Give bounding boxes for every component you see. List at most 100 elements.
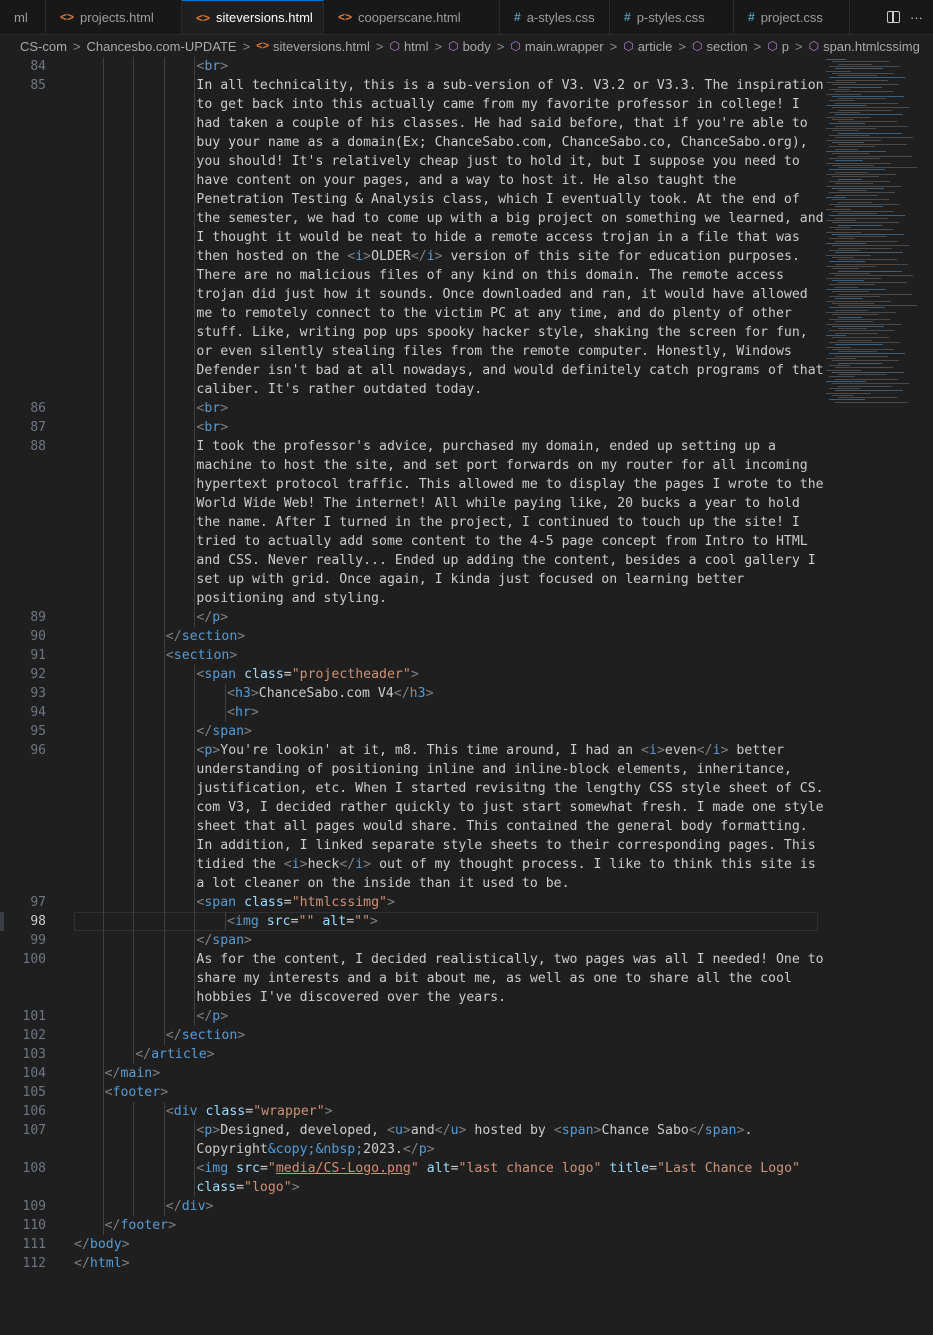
code-line[interactable]: I thought it would be neat to hide a rem… bbox=[196, 228, 799, 247]
code-line[interactable]: caliber. It's rather outdated today. bbox=[196, 380, 482, 399]
breadcrumb-item[interactable]: ⬡ p > bbox=[767, 39, 808, 54]
code-line[interactable]: had taken a couple of his classes. He ha… bbox=[196, 114, 807, 133]
minimap-line bbox=[838, 224, 882, 226]
minimap-line bbox=[829, 77, 905, 79]
tab-p-styles-css[interactable]: # p-styles.css bbox=[610, 0, 734, 34]
code-line[interactable]: </body> bbox=[74, 1235, 130, 1254]
code-token: version of this site for education purpo… bbox=[442, 249, 800, 264]
minimap-line bbox=[826, 312, 896, 313]
code-line[interactable]: World Wide Web! The internet! All while … bbox=[196, 494, 799, 513]
code-line[interactable]: a lot cleaner on the inside than it used… bbox=[196, 874, 569, 893]
code-line[interactable]: As for the content, I decided realistica… bbox=[196, 950, 823, 969]
code-line[interactable]: then hosted on the <i>OLDER</i> version … bbox=[196, 247, 800, 266]
code-line[interactable]: <span class="projectheader"> bbox=[196, 665, 418, 684]
code-line[interactable]: positioning and styling. bbox=[196, 589, 387, 608]
minimap-line bbox=[829, 261, 865, 263]
code-line[interactable]: the name. After I turned in the project,… bbox=[196, 513, 799, 532]
code-line[interactable]: <img src="" alt=""> bbox=[227, 912, 378, 931]
code-line[interactable]: the semester, we had to come up with a b… bbox=[196, 209, 823, 228]
code-line[interactable]: Copyright&copy;&nbsp;2023.</p> bbox=[196, 1140, 434, 1159]
code-line[interactable]: <section> bbox=[166, 646, 237, 665]
breadcrumb-item[interactable]: ⬡ html > bbox=[389, 39, 448, 54]
code-line[interactable]: In all technicality, this is a sub-versi… bbox=[196, 76, 823, 95]
breadcrumb-item[interactable]: CS-com > bbox=[20, 39, 87, 54]
code-line[interactable]: <br> bbox=[196, 399, 228, 418]
code-line[interactable]: <span class="htmlcssimg"> bbox=[196, 893, 395, 912]
breadcrumb-item[interactable]: ⬡ article > bbox=[623, 39, 692, 54]
code-line[interactable]: </p> bbox=[196, 608, 228, 627]
code-line[interactable]: <img src="media/CS-Logo.png" alt="last c… bbox=[196, 1159, 800, 1178]
tab-ml[interactable]: ml bbox=[0, 0, 46, 34]
tab-projects-html[interactable]: <> projects.html bbox=[46, 0, 182, 34]
code-line[interactable]: <p>Designed, developed, <u>and</u> hoste… bbox=[196, 1121, 752, 1140]
indent-guide bbox=[133, 513, 135, 532]
code-line[interactable]: </section> bbox=[166, 627, 245, 646]
breadcrumb-item[interactable]: ⬡ body > bbox=[448, 39, 510, 54]
code-line[interactable]: sheet that all pages would share. This c… bbox=[196, 817, 807, 836]
indent-guide bbox=[102, 969, 104, 988]
breadcrumb-item[interactable]: ⬡ span.htmlcssimg bbox=[809, 39, 920, 54]
code-line[interactable]: com V3, I decided rather quickly to just… bbox=[196, 798, 823, 817]
indent-guide bbox=[194, 855, 196, 874]
code-line[interactable]: <br> bbox=[196, 57, 228, 76]
indent-guide bbox=[163, 532, 165, 551]
code-line[interactable]: </span> bbox=[196, 931, 252, 950]
indent-guide bbox=[133, 893, 135, 912]
code-line[interactable]: </article> bbox=[135, 1045, 214, 1064]
breadcrumb-item[interactable]: ⬡ section > bbox=[692, 39, 767, 54]
split-editor-icon[interactable] bbox=[887, 11, 900, 23]
code-line[interactable]: </main> bbox=[105, 1064, 161, 1083]
code-line[interactable]: </p> bbox=[196, 1007, 228, 1026]
code-line[interactable]: In addition, I linked separate style she… bbox=[196, 836, 815, 855]
code-line[interactable]: buy your name as a domain(Ex; ChanceSabo… bbox=[196, 133, 807, 152]
code-line[interactable]: <p>You're lookin' at it, m8. This time a… bbox=[196, 741, 784, 760]
breadcrumb-item[interactable]: <> siteversions.html > bbox=[256, 39, 389, 54]
code-line[interactable]: justification, etc. When I started revis… bbox=[196, 779, 823, 798]
code-line[interactable]: Defender isn't bad at all nowadays, and … bbox=[196, 361, 823, 380]
code-line[interactable]: </div> bbox=[166, 1197, 214, 1216]
code-line[interactable]: share my interests and a bit about me, a… bbox=[196, 969, 791, 988]
tab-project-css[interactable]: # project.css bbox=[734, 0, 850, 34]
code-line[interactable]: set up with grid. Once again, I kinda ju… bbox=[196, 570, 744, 589]
code-line[interactable]: <h3>ChanceSabo.com V4</h3> bbox=[227, 684, 434, 703]
code-line[interactable]: </html> bbox=[74, 1254, 130, 1273]
code-line[interactable]: </span> bbox=[196, 722, 252, 741]
minimap-line bbox=[838, 259, 897, 261]
code-line[interactable]: and CSS. Never really... Ended up adding… bbox=[196, 551, 815, 570]
code-line[interactable]: or even silently stealing files from the… bbox=[196, 342, 791, 361]
code-line[interactable]: you should! It's relatively cheap just t… bbox=[196, 152, 799, 171]
minimap-line bbox=[835, 367, 893, 369]
code-line[interactable]: Penetration Testing & Analysis class, wh… bbox=[196, 190, 799, 209]
code-line[interactable]: trojan did just how it sounds. Once down… bbox=[196, 285, 807, 304]
line-number bbox=[6, 152, 46, 171]
code-line[interactable]: </section> bbox=[166, 1026, 245, 1045]
code-line[interactable]: have content on your pages, and a way to… bbox=[196, 171, 736, 190]
breadcrumb-item[interactable]: ⬡ main.wrapper > bbox=[510, 39, 623, 54]
minimap[interactable] bbox=[826, 57, 920, 417]
breadcrumb-item[interactable]: Chancesbo.com-UPDATE > bbox=[87, 39, 257, 54]
code-line[interactable]: </footer> bbox=[105, 1216, 176, 1235]
code-line[interactable]: to get back into this actually came from… bbox=[196, 95, 799, 114]
code-line[interactable]: understanding of positioning inline and … bbox=[196, 760, 791, 779]
code-line[interactable]: hobbies I've discovered over the years. bbox=[196, 988, 506, 1007]
code-line[interactable]: <div class="wrapper"> bbox=[166, 1102, 333, 1121]
code-line[interactable]: hypertext protocol traffic. This allowed… bbox=[196, 475, 823, 494]
indent-guide bbox=[194, 304, 196, 323]
code-line[interactable]: stuff. Like, writing pop ups spooky hack… bbox=[196, 323, 807, 342]
more-actions-icon[interactable]: ··· bbox=[910, 10, 923, 25]
code-editor[interactable]: 84 85 86 87 88 89 90 91 92 93 94 95 96 97 98 99 100 101 10… bbox=[0, 57, 933, 1335]
code-line[interactable]: tried to actually add some content to th… bbox=[196, 532, 807, 551]
tab-siteversions-html[interactable]: <> siteversions.html bbox=[182, 0, 324, 34]
code-line[interactable]: <br> bbox=[196, 418, 228, 437]
code-line[interactable]: class="logo"> bbox=[196, 1178, 299, 1197]
code-line[interactable]: me to remotely connect to the victim PC … bbox=[196, 304, 791, 323]
tab-cooperscane-html[interactable]: <> cooperscane.html bbox=[324, 0, 500, 34]
code-line[interactable]: <footer> bbox=[105, 1083, 169, 1102]
tab-a-styles-css[interactable]: # a-styles.css bbox=[500, 0, 610, 34]
code-line[interactable]: machine to host the site, and set port f… bbox=[196, 456, 807, 475]
code-line[interactable]: There are no malicious files of any kind… bbox=[196, 266, 784, 285]
code-line[interactable]: I took the professor's advice, purchased… bbox=[196, 437, 776, 456]
code-line[interactable]: <hr> bbox=[227, 703, 259, 722]
line-number: 107 bbox=[22, 1123, 46, 1138]
code-line[interactable]: tidied the <i>heck</i> out of my thought… bbox=[196, 855, 815, 874]
